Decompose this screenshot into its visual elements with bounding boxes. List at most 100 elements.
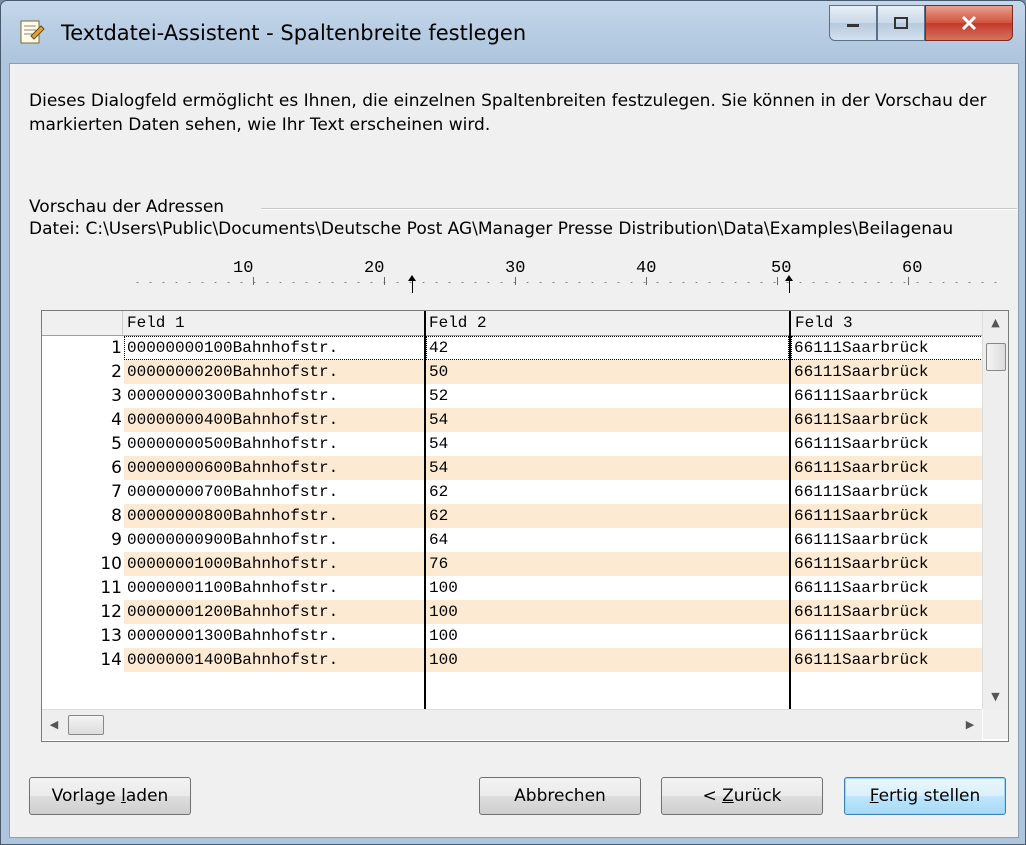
row-number: 6 (42, 456, 122, 480)
scroll-thumb[interactable] (986, 343, 1006, 371)
cell-feld-1: 00000000300Bahnhofstr. (124, 384, 425, 408)
cell-feld-3: 66111Saarbrück (791, 624, 982, 648)
table-row[interactable]: 1 00000000100Bahnhofstr. 42 66111Saarbrück (42, 336, 982, 360)
column-header[interactable]: Feld 3 (792, 311, 982, 335)
row-number: 10 (42, 552, 122, 576)
cell-feld-1: 00000001400Bahnhofstr. (124, 648, 425, 672)
back-button[interactable]: < Zurück (661, 777, 823, 815)
ruler-tick (515, 277, 516, 285)
row-number: 8 (42, 504, 122, 528)
column-header[interactable]: Feld 2 (426, 311, 789, 335)
table-row[interactable]: 12 00000001200Bahnhofstr. 100 66111Saarbrüc… (42, 600, 982, 624)
cell-feld-2: 100 (426, 576, 789, 600)
minimize-button[interactable] (829, 5, 877, 41)
table-row[interactable]: 6 00000000600Bahnhofstr. 54 66111Saarbrück (42, 456, 982, 480)
table-row[interactable]: 3 00000000300Bahnhofstr. 52 66111Saarbrück (42, 384, 982, 408)
load-template-button[interactable]: Vorlage laden (29, 777, 191, 815)
grid-header: Feld 1 Feld 2 Feld 3 (42, 311, 982, 336)
row-number: 13 (42, 624, 122, 648)
cell-feld-3: 66111Saarbrück (791, 648, 982, 672)
column-header[interactable]: Feld 1 (124, 311, 425, 335)
table-row[interactable]: 11 00000001100Bahnhofstr. 100 66111Saarbrüc… (42, 576, 982, 600)
cell-feld-3: 66111Saarbrück (791, 360, 982, 384)
cell-feld-2: 62 (426, 504, 789, 528)
finish-button[interactable]: Fertig stellen (844, 777, 1006, 815)
cell-feld-1: 00000000400Bahnhofstr. (124, 408, 425, 432)
ruler-tick (384, 277, 385, 285)
close-button[interactable] (925, 5, 1013, 41)
window-title: Textdatei-Assistent - Spaltenbreite fest… (61, 21, 527, 45)
row-number: 3 (42, 384, 122, 408)
cell-feld-2: 100 (426, 648, 789, 672)
horizontal-scrollbar[interactable]: ◀ ▶ (42, 709, 982, 740)
cell-feld-3: 66111Saarbrück (791, 480, 982, 504)
row-number: 11 (42, 576, 122, 600)
scroll-right-icon[interactable]: ▶ (958, 710, 982, 740)
column-break-stem (412, 281, 413, 293)
cell-feld-1: 00000000500Bahnhofstr. (124, 432, 425, 456)
preview-group-label: Vorschau der Adressen (29, 197, 231, 217)
cell-feld-1: 00000001100Bahnhofstr. (124, 576, 425, 600)
preview-grid[interactable]: Feld 1 Feld 2 Feld 3 1 00000000100Bahnhof… (41, 310, 1009, 742)
cell-feld-2: 64 (426, 528, 789, 552)
maximize-icon (894, 17, 908, 29)
cell-feld-1: 00000000200Bahnhofstr. (124, 360, 425, 384)
cell-feld-3: 66111Saarbrück (791, 576, 982, 600)
table-row[interactable]: 8 00000000800Bahnhofstr. 62 66111Saarbrück (42, 504, 982, 528)
close-icon (961, 15, 977, 31)
cell-feld-2: 52 (426, 384, 789, 408)
row-number-header (42, 311, 123, 335)
cell-feld-3: 66111Saarbrück (791, 384, 982, 408)
cell-feld-2: 42 (426, 336, 789, 360)
cell-feld-3: 66111Saarbrück (791, 504, 982, 528)
ruler-label-10: 10 (233, 259, 254, 278)
column-separator[interactable] (424, 311, 426, 709)
cell-feld-2: 50 (426, 360, 789, 384)
table-row[interactable]: 10 00000001000Bahnhofstr. 76 66111Saarbrück (42, 552, 982, 576)
scroll-left-icon[interactable]: ◀ (42, 710, 66, 740)
title-bar[interactable]: Textdatei-Assistent - Spaltenbreite fest… (1, 1, 1025, 63)
row-number: 5 (42, 432, 122, 456)
scroll-up-icon[interactable]: ▲ (983, 311, 1008, 335)
table-row[interactable]: 5 00000000500Bahnhofstr. 54 66111Saarbrück (42, 432, 982, 456)
cell-feld-1: 00000000900Bahnhofstr. (124, 528, 425, 552)
table-row[interactable]: 14 00000001400Bahnhofstr. 100 66111Saarbrüc… (42, 648, 982, 672)
button-label: ertig stellen (878, 786, 981, 806)
vertical-scrollbar[interactable]: ▲ ▼ (982, 311, 1008, 709)
scroll-down-icon[interactable]: ▼ (983, 685, 1008, 709)
window-controls (829, 5, 1013, 41)
file-path: Datei: C:\Users\Public\Documents\Deutsch… (29, 219, 954, 239)
cancel-button[interactable]: Abbrechen (479, 777, 641, 815)
scroll-thumb-horizontal[interactable] (68, 715, 104, 735)
row-number: 12 (42, 600, 122, 624)
ruler-tick (908, 277, 909, 285)
row-number: 7 (42, 480, 122, 504)
ruler-label-60: 60 (902, 259, 923, 278)
row-number: 9 (42, 528, 122, 552)
ruler-tick (646, 277, 647, 285)
table-row[interactable]: 7 00000000700Bahnhofstr. 62 66111Saarbrück (42, 480, 982, 504)
row-number: 4 (42, 408, 122, 432)
table-row[interactable]: 9 00000000900Bahnhofstr. 64 66111Saarbrück (42, 528, 982, 552)
cell-feld-3: 66111Saarbrück (791, 432, 982, 456)
cell-feld-2: 100 (426, 624, 789, 648)
ruler-label-40: 40 (636, 259, 657, 278)
button-label: urück (733, 786, 782, 806)
button-label: Vorlage (51, 786, 122, 806)
maximize-button[interactable] (877, 5, 925, 41)
cell-feld-1: 00000001200Bahnhofstr. (124, 600, 425, 624)
table-row[interactable]: 13 00000001300Bahnhofstr. 100 66111Saarbrüc… (42, 624, 982, 648)
column-ruler[interactable]: 10 20 30 40 50 60 (131, 259, 1007, 293)
ruler-tick (253, 277, 254, 285)
grid-viewport: Feld 1 Feld 2 Feld 3 1 00000000100Bahnhof… (42, 311, 982, 709)
cell-feld-3: 66111Saarbrück (791, 552, 982, 576)
table-row[interactable]: 2 00000000200Bahnhofstr. 50 66111Saarbrück (42, 360, 982, 384)
row-number: 1 (42, 336, 122, 360)
column-separator[interactable] (789, 311, 791, 709)
cell-feld-2: 54 (426, 432, 789, 456)
cell-feld-1: 00000000600Bahnhofstr. (124, 456, 425, 480)
intro-text: Dieses Dialogfeld ermöglicht es Ihnen, d… (29, 91, 987, 135)
table-row[interactable]: 4 00000000400Bahnhofstr. 54 66111Saarbrück (42, 408, 982, 432)
button-label: < (702, 786, 723, 806)
ruler-label-30: 30 (505, 259, 526, 278)
